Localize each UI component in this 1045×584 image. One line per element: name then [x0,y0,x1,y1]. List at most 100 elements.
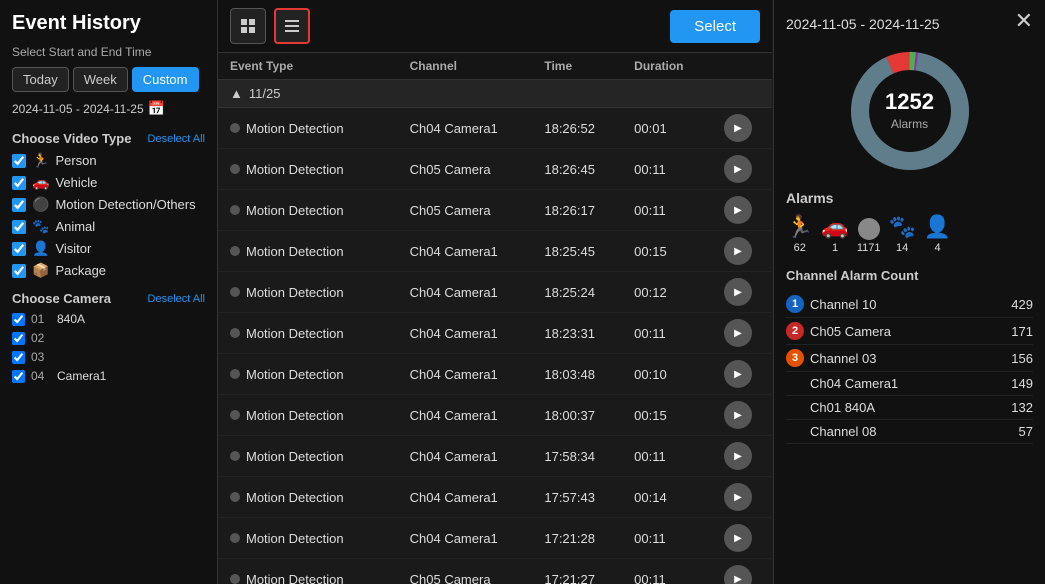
channel-row: Channel 08 57 [786,420,1033,444]
person-checkbox[interactable] [12,154,26,168]
event-dot [230,451,240,461]
play-button[interactable]: ▶ [724,114,752,142]
table-row: Motion Detection Ch05 Camera 17:21:27 00… [218,559,772,584]
event-time-cell: 17:21:27 [544,572,634,584]
alarm-animal: 🐾 14 [888,214,915,254]
camera-section-header: Choose Camera Deselect All [12,291,205,306]
channel-count: 429 [1011,297,1033,312]
alarm-motion-count: 1171 [857,242,881,254]
event-dot [230,533,240,543]
vehicle-checkbox[interactable] [12,176,26,190]
person-label: Person [55,153,96,168]
package-checkbox[interactable] [12,264,26,278]
event-type-cell: Motion Detection [230,244,410,259]
play-button[interactable]: ▶ [724,401,752,429]
camera-02-checkbox[interactable] [12,332,25,345]
event-time-cell: 18:25:45 [544,244,634,259]
channel-name: Channel 03 [810,351,877,366]
play-button[interactable]: ▶ [724,483,752,511]
play-button[interactable]: ▶ [724,442,752,470]
calendar-icon[interactable]: 📅 [148,100,165,117]
close-button[interactable]: ✕ [1015,8,1033,34]
custom-button[interactable]: Custom [132,67,199,92]
person-icon: 🏃 [32,152,49,169]
event-time-cell: 18:25:24 [544,285,634,300]
event-dot [230,492,240,502]
col-action [724,59,760,73]
channel-left: 3 Channel 03 [786,349,877,367]
play-button[interactable]: ▶ [724,237,752,265]
today-button[interactable]: Today [12,67,69,92]
play-button[interactable]: ▶ [724,196,752,224]
event-dot [230,164,240,174]
channel-count: 171 [1011,324,1033,339]
event-dot [230,328,240,338]
package-icon: 📦 [32,262,49,279]
video-type-vehicle: 🚗 Vehicle [12,174,205,191]
event-type-label: Motion Detection [246,326,344,341]
motion-checkbox[interactable] [12,198,26,212]
channel-name: Ch05 Camera [810,324,891,339]
event-type-label: Motion Detection [246,285,344,300]
event-duration-cell: 00:11 [634,449,724,464]
camera-04-checkbox[interactable] [12,370,25,383]
event-dot [230,205,240,215]
vehicle-icon: 🚗 [32,174,49,191]
visitor-checkbox[interactable] [12,242,26,256]
deselect-all-video[interactable]: Deselect All [148,133,205,145]
channel-section-title: Channel Alarm Count [786,268,1033,283]
expand-icon[interactable]: ▲ [230,86,243,101]
event-type-label: Motion Detection [246,203,344,218]
event-channel-cell: Ch04 Camera1 [410,449,545,464]
list-view-button[interactable] [274,8,310,44]
donut-chart-container: 1252 Alarms [786,46,1033,176]
alarm-person: 🏃 62 [786,214,813,254]
date-range-row: 2024-11-05 - 2024-11-25 📅 [12,100,205,117]
play-button[interactable]: ▶ [724,319,752,347]
grid-view-button[interactable] [230,8,266,44]
alarm-icons-row: 🏃 62 🚗 1 1171 🐾 14 👤 4 [786,214,1033,254]
camera-01-name: 840A [57,312,85,326]
alarm-visitor-icon: 👤 [924,214,951,240]
table-row: Motion Detection Ch04 Camera1 18:26:52 0… [218,108,772,149]
event-type-label: Motion Detection [246,162,344,177]
play-button[interactable]: ▶ [724,524,752,552]
toolbar: Select [218,0,772,53]
event-duration-cell: 00:14 [634,490,724,505]
camera-04-name: Camera1 [57,369,106,383]
table-row: Motion Detection Ch05 Camera 18:26:17 00… [218,190,772,231]
play-button[interactable]: ▶ [724,278,752,306]
donut-label: Alarms [891,117,928,131]
channel-name: Ch04 Camera1 [810,376,898,391]
event-type-label: Motion Detection [246,367,344,382]
sidebar: Event History Select Start and End Time … [0,0,218,584]
animal-checkbox[interactable] [12,220,26,234]
deselect-all-camera[interactable]: Deselect All [148,293,205,305]
week-button[interactable]: Week [73,67,128,92]
event-channel-cell: Ch05 Camera [410,203,545,218]
play-button[interactable]: ▶ [724,360,752,388]
play-button[interactable]: ▶ [724,565,752,584]
camera-item-02: 02 [12,331,205,345]
channel-badge: 3 [786,349,804,367]
event-dot [230,410,240,420]
select-button[interactable]: Select [670,10,760,43]
channel-rows: 1 Channel 10 429 2 Ch05 Camera 171 3 Cha… [786,291,1033,444]
camera-01-checkbox[interactable] [12,313,25,326]
table-row: Motion Detection Ch04 Camera1 18:23:31 0… [218,313,772,354]
channel-alarm-section: Channel Alarm Count 1 Channel 10 429 2 C… [786,268,1033,444]
camera-03-checkbox[interactable] [12,351,25,364]
channel-count: 156 [1011,351,1033,366]
event-time-cell: 18:03:48 [544,367,634,382]
event-channel-cell: Ch04 Camera1 [410,490,545,505]
event-duration-cell: 00:10 [634,367,724,382]
camera-02-num: 02 [31,331,51,345]
event-duration-cell: 00:11 [634,326,724,341]
channel-badge: 1 [786,295,804,313]
motion-label: Motion Detection/Others [55,197,195,212]
video-type-package: 📦 Package [12,262,205,279]
right-panel: ✕ 2024-11-05 - 2024-11-25 1252 Alarms Al… [773,0,1045,584]
page-title: Event History [12,12,205,35]
channel-row: 1 Channel 10 429 [786,291,1033,318]
play-button[interactable]: ▶ [724,155,752,183]
